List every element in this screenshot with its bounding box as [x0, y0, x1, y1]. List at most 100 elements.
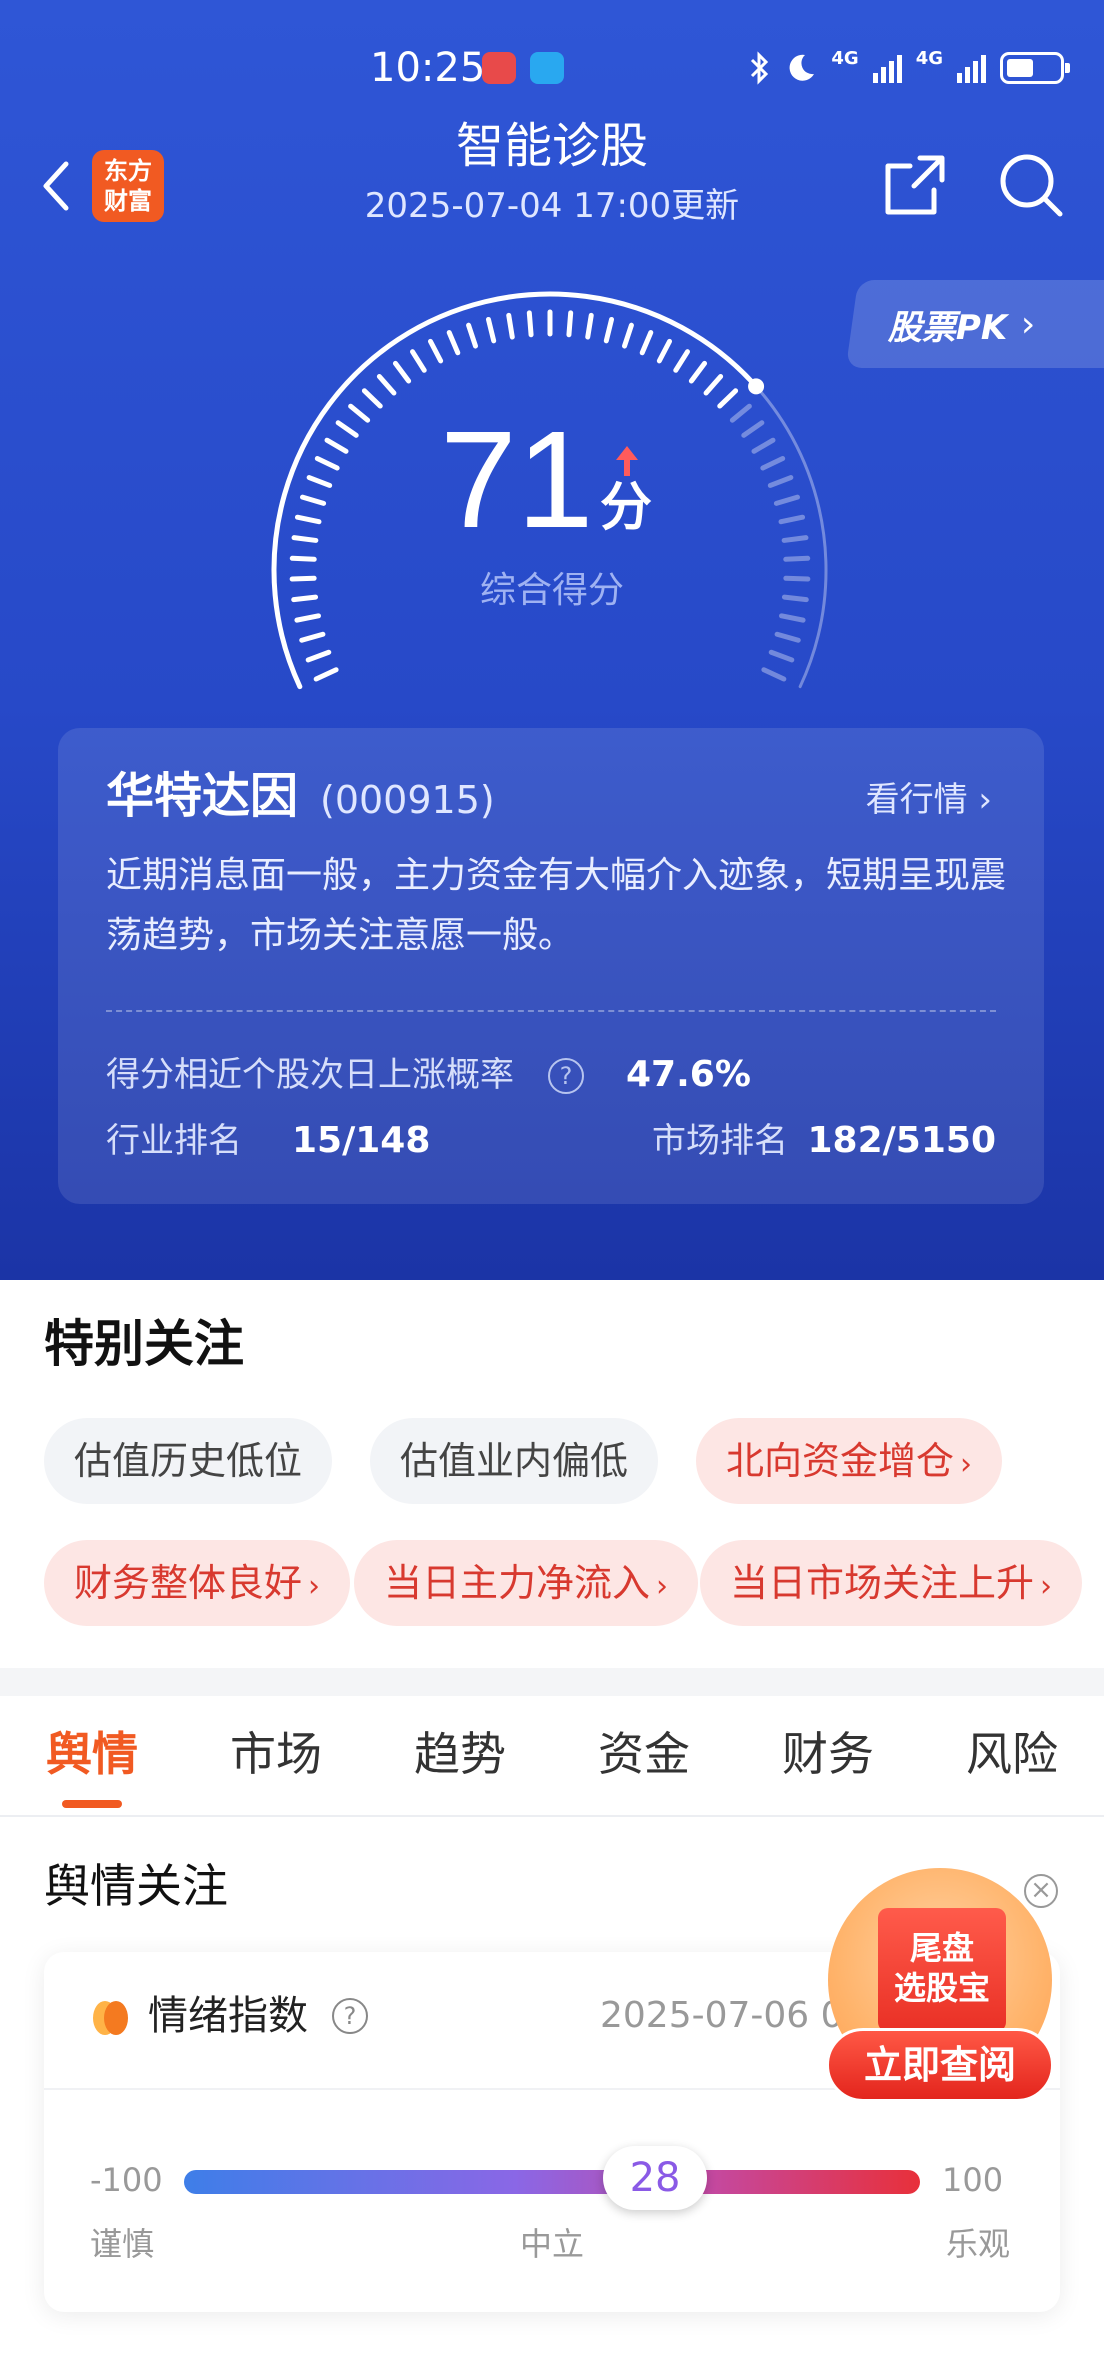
gauge-tick — [741, 420, 765, 438]
hero-panel: 10:25 4G 4G 东方 财富 智能诊股 2025-07-04 17:00更… — [0, 0, 1104, 1280]
tag-attention-rise[interactable]: 当日市场关注上升 › — [700, 1540, 1083, 1626]
tag-label: 当日主力净流入 — [384, 1561, 651, 1605]
tag-label: 估值历史低位 — [74, 1439, 303, 1483]
promo-view-button[interactable]: 立即查阅 — [826, 2028, 1054, 2102]
gauge-tick — [703, 373, 724, 396]
notification-red-icon — [482, 52, 516, 84]
gauge-tick — [306, 475, 333, 488]
status-bar: 10:25 4G 4G — [0, 40, 1104, 96]
gauge-tick — [774, 631, 801, 643]
tag-valuation-history-low: 估值历史低位 — [44, 1418, 333, 1504]
score-label: 综合得分 — [479, 570, 624, 611]
help-icon[interactable]: ? — [548, 1058, 584, 1094]
gauge-tick — [526, 310, 534, 338]
gauge-tick — [751, 437, 776, 454]
promo-line2: 选股宝 — [893, 1969, 990, 2007]
section-gap — [0, 1668, 1104, 1696]
gauge-tick — [781, 535, 809, 543]
tag-northbound-increase[interactable]: 北向资金增仓 › — [696, 1418, 1003, 1504]
rise-probability-value: 47.6% — [626, 1054, 751, 1095]
gauge-tick — [348, 403, 371, 423]
sentiment-section-title: 舆情关注 — [44, 1859, 228, 1913]
signal-icon — [872, 53, 902, 83]
network-type-2: 4G — [915, 47, 943, 69]
close-icon[interactable]: × — [1024, 1874, 1058, 1908]
scale-min: -100 — [90, 2161, 163, 2199]
moon-icon — [789, 54, 815, 81]
chevron-right-icon: › — [960, 1447, 973, 1482]
bluetooth-icon — [751, 51, 769, 85]
gauge-tick — [778, 514, 806, 525]
label-cautious: 谨慎 — [90, 2225, 155, 2263]
status-time: 10:25 — [370, 45, 486, 91]
gauge-tick — [485, 316, 497, 344]
gauge-pointer-dot — [748, 378, 765, 395]
battery-icon — [1000, 52, 1070, 84]
gauge-tick — [313, 667, 339, 682]
scale-max: 100 — [942, 2161, 1004, 2199]
gauge-tick — [291, 535, 319, 543]
signal-icon-2 — [957, 53, 986, 83]
gauge-tick — [299, 631, 326, 643]
gauge-tick — [773, 494, 801, 506]
tab-active-indicator — [62, 1800, 122, 1808]
gauge-tick — [760, 456, 786, 471]
tag-finance-good[interactable]: 财务整体良好 › — [44, 1540, 351, 1626]
stock-pk-button[interactable]: 股票PK › — [845, 280, 1104, 368]
label-neutral: 中立 — [520, 2225, 585, 2263]
gauge-tick — [335, 420, 359, 438]
chevron-right-icon: › — [308, 1569, 321, 1604]
status-icons: 4G 4G — [749, 40, 1070, 96]
search-icon[interactable] — [996, 150, 1066, 220]
sentiment-index-title: 情绪指数 — [148, 1993, 308, 2039]
gauge-tick — [761, 667, 787, 682]
gauge-tick — [688, 360, 708, 384]
gauge-tick — [314, 456, 340, 471]
share-icon[interactable] — [880, 150, 950, 220]
tab-funds[interactable]: 资金 — [598, 1724, 690, 1784]
gauge-tick — [603, 316, 615, 344]
chevron-right-icon: › — [978, 780, 992, 820]
network-type-1: 4G — [831, 47, 859, 69]
market-rank-label: 市场排名 — [652, 1121, 788, 1161]
card-divider — [106, 1010, 996, 1012]
chevron-right-icon: › — [656, 1569, 669, 1604]
tab-divider — [0, 1815, 1104, 1817]
promo-widget[interactable]: 尾盘 选股宝 立即查阅 — [826, 1868, 1062, 2114]
score-value: 71 — [440, 403, 594, 557]
sentiment-value-knob: 28 — [603, 2146, 708, 2210]
sentiment-scale-bar: 28 — [184, 2146, 920, 2210]
gauge-tick — [656, 338, 673, 364]
promo-line1: 尾盘 — [909, 1929, 974, 1967]
special-attention-title: 特别关注 — [44, 1315, 244, 1373]
tab-market[interactable]: 市场 — [230, 1724, 322, 1784]
tab-trend[interactable]: 趋势 — [414, 1724, 506, 1784]
tag-main-inflow[interactable]: 当日主力净流入 › — [354, 1540, 699, 1626]
stock-name: 华特达因 — [106, 768, 299, 824]
industry-rank-value: 15/148 — [292, 1120, 431, 1161]
gauge-tick — [566, 310, 574, 338]
stock-card: 华特达因 (000915) 看行情 › 近期消息面一般，主力资金有大幅介入迹象，… — [58, 728, 1044, 1204]
tag-label: 当日市场关注上升 — [730, 1561, 1035, 1605]
gauge-tick — [446, 330, 461, 356]
rise-probability-label: 得分相近个股次日上涨概率 — [106, 1055, 514, 1095]
score-unit: 分 — [600, 478, 653, 538]
gauge-tick — [717, 388, 739, 409]
stock-code: (000915) — [320, 778, 495, 822]
view-quote-link[interactable]: 看行情 › — [866, 774, 992, 826]
help-icon[interactable]: ? — [332, 1998, 368, 2034]
tag-label: 估值业内偏低 — [400, 1439, 629, 1483]
gauge-tick — [392, 360, 412, 384]
tab-sentiment[interactable]: 舆情 — [46, 1724, 138, 1784]
gauge-tick — [299, 494, 327, 506]
gauge-tick — [506, 312, 515, 340]
gauge-tick — [639, 330, 654, 356]
promo-box: 尾盘 选股宝 — [878, 1908, 1006, 2032]
tab-finance[interactable]: 财务 — [782, 1724, 874, 1784]
tab-risk[interactable]: 风险 — [966, 1724, 1058, 1784]
gauge-tick — [427, 338, 444, 364]
gauge-tick — [779, 613, 806, 623]
up-arrow-icon — [616, 446, 638, 476]
gauge-tick — [673, 349, 690, 373]
notification-blue-icon — [530, 52, 564, 84]
